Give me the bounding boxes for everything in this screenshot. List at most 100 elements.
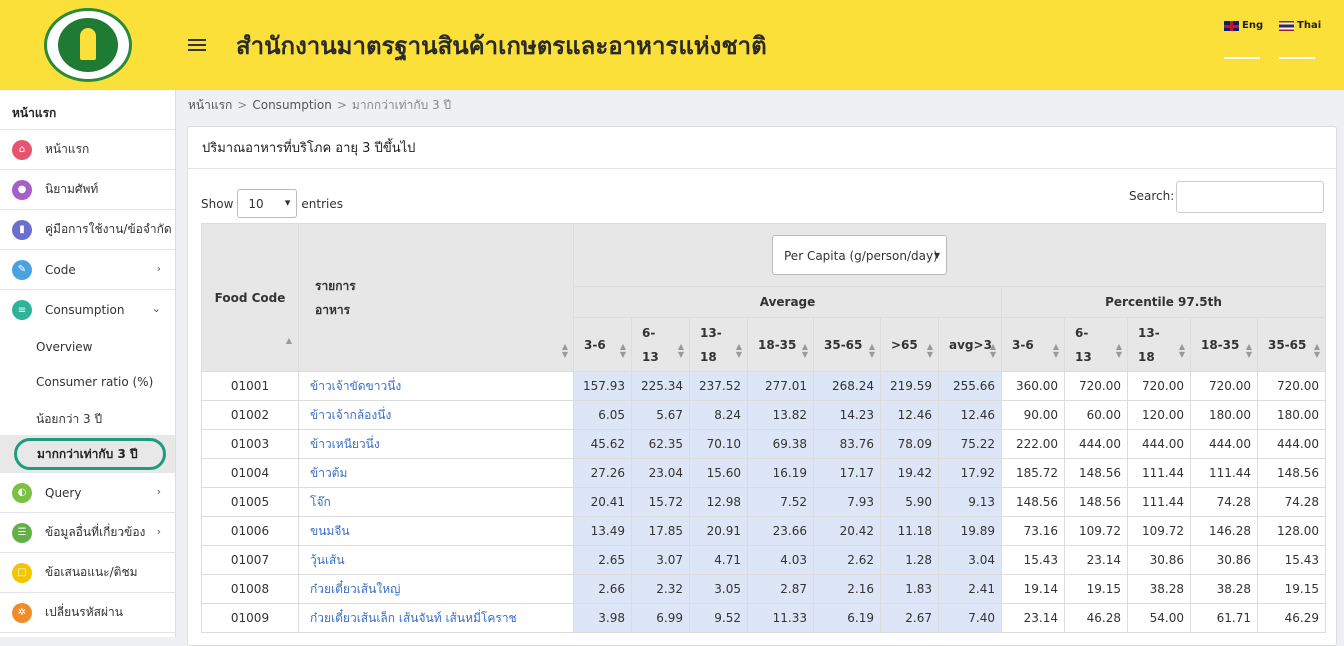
col-label-line1: 13- xyxy=(1138,325,1160,340)
food-name-link[interactable]: ข้าวต้ม xyxy=(298,458,574,488)
percentile-value-cell: 444.00 xyxy=(1257,429,1326,459)
average-value-cell: 2.62 xyxy=(813,545,881,575)
col-food-code[interactable]: Food Code ▲ xyxy=(201,223,299,372)
average-value-cell: 3.04 xyxy=(938,545,1002,575)
average-value-cell: 2.41 xyxy=(938,574,1002,604)
database-icon: ☰ xyxy=(12,522,32,543)
percentile-value-cell: 23.14 xyxy=(1064,545,1128,575)
sidebar-subitem-3-plus[interactable]: มากกว่าเท่ากับ 3 ปี xyxy=(0,435,175,473)
percentile-value-cell: 38.28 xyxy=(1190,574,1258,604)
menu-toggle-icon[interactable] xyxy=(188,39,206,51)
col-pct-1[interactable]: 6- 13 ▲ ▼ xyxy=(1064,317,1128,372)
percentile-value-cell: 30.86 xyxy=(1190,545,1258,575)
site-title: สำนักงานมาตรฐานสินค้าเกษตรและอาหารแห่งชา… xyxy=(236,32,767,60)
sidebar-item-home[interactable]: ⌂ หน้าแรก xyxy=(0,130,175,170)
uk-flag-icon xyxy=(1224,20,1239,31)
sidebar-item-consumption[interactable]: ≡ Consumption ⌄ xyxy=(0,290,175,330)
home-icon: ⌂ xyxy=(12,139,32,160)
average-value-cell: 3.07 xyxy=(631,545,690,575)
col-avg-0[interactable]: 3-6 ▲ ▼ xyxy=(573,317,632,372)
search-input[interactable] xyxy=(1176,181,1324,213)
col-pct-0[interactable]: 3-6 ▲ ▼ xyxy=(1001,317,1065,372)
pen-icon: ✎ xyxy=(12,259,32,280)
sort-icon: ▲ ▼ xyxy=(677,342,684,359)
show-entries: Show 10 entries xyxy=(201,189,343,218)
average-value-cell: 83.76 xyxy=(813,429,881,459)
col-avg-5[interactable]: >65 ▲ ▼ xyxy=(880,317,939,372)
col-avg-4[interactable]: 35-65 ▲ ▼ xyxy=(813,317,881,372)
acfs-logo[interactable] xyxy=(44,8,132,82)
col-food-item-line1: รายการ xyxy=(315,278,356,293)
sidebar-item-query[interactable]: ◐ Query › xyxy=(0,473,175,513)
average-value-cell: 20.91 xyxy=(689,516,748,546)
food-name-link[interactable]: โจ๊ก xyxy=(298,487,574,517)
lightbulb-icon: ● xyxy=(12,179,32,200)
percentile-value-cell: 148.56 xyxy=(1064,458,1128,488)
col-pct-2[interactable]: 13- 18 ▲ ▼ xyxy=(1127,317,1191,372)
col-avg-2[interactable]: 13- 18 ▲ ▼ xyxy=(689,317,748,372)
food-name-link[interactable]: ข้าวเหนียวนึ่ง xyxy=(298,429,574,459)
breadcrumb-section[interactable]: Consumption xyxy=(252,98,331,112)
chevron-right-icon: › xyxy=(156,262,161,275)
breadcrumb-home[interactable]: หน้าแรก xyxy=(188,98,232,112)
average-value-cell: 17.92 xyxy=(938,458,1002,488)
percentile-value-cell: 19.15 xyxy=(1257,574,1326,604)
entries-select[interactable]: 10 xyxy=(237,189,298,218)
sidebar-subitem-consumer-ratio[interactable]: Consumer ratio (%) xyxy=(0,365,175,400)
sidebar-subitem-overview[interactable]: Overview xyxy=(0,330,175,365)
lang-thai-link[interactable]: Thai xyxy=(1279,20,1321,31)
active-subitem-label: มากกว่าเท่ากับ 3 ปี xyxy=(14,438,166,470)
average-value-cell: 27.26 xyxy=(573,458,632,488)
food-name-link[interactable]: วุ้นเส้น xyxy=(298,545,574,575)
col-avg-3[interactable]: 18-35 ▲ ▼ xyxy=(747,317,814,372)
sidebar-item-code[interactable]: ✎ Code › xyxy=(0,250,175,290)
sidebar-item-feedback[interactable]: □ ข้อเสนอแนะ/ติชม xyxy=(0,553,175,593)
average-value-cell: 237.52 xyxy=(689,371,748,401)
table-row: 01009 ก๋วยเตี๋ยวเส้นเล็ก เส้นจันท์ เส้นหม… xyxy=(201,603,1326,633)
average-value-cell: 75.22 xyxy=(938,429,1002,459)
average-value-cell: 5.90 xyxy=(880,487,939,517)
col-pct-4[interactable]: 35-65 ▲ ▼ xyxy=(1257,317,1326,372)
average-value-cell: 14.23 xyxy=(813,400,881,430)
percentile-value-cell: 148.56 xyxy=(1064,487,1128,517)
sidebar-subitem-under-3[interactable]: น้อยกว่า 3 ปี xyxy=(0,400,175,435)
percentile-value-cell: 15.43 xyxy=(1001,545,1065,575)
food-name-link[interactable]: ข้าวเจ้ากล้องนึ่ง xyxy=(298,400,574,430)
average-value-cell: 15.60 xyxy=(689,458,748,488)
average-value-cell: 16.19 xyxy=(747,458,814,488)
unit-select[interactable]: Per Capita (g/person/day) xyxy=(772,235,947,275)
food-name-link[interactable]: ก๋วยเตี๋ยวเส้นเล็ก เส้นจันท์ เส้นหมี่โคร… xyxy=(298,603,574,633)
average-value-cell: 7.40 xyxy=(938,603,1002,633)
food-name-link[interactable]: ขนมจีน xyxy=(298,516,574,546)
percentile-value-cell: 444.00 xyxy=(1127,429,1191,459)
average-value-cell: 70.10 xyxy=(689,429,748,459)
col-food-item[interactable]: รายการ อาหาร ▲ ▼ xyxy=(298,223,574,372)
average-value-cell: 12.98 xyxy=(689,487,748,517)
thai-flag-icon xyxy=(1279,20,1294,31)
lang-eng-link[interactable]: Eng xyxy=(1224,20,1263,31)
average-value-cell: 2.67 xyxy=(880,603,939,633)
food-name-link[interactable]: ข้าวเจ้าขัดขาวนึ่ง xyxy=(298,371,574,401)
lang-eng-underline xyxy=(1224,57,1260,59)
percentile-value-cell: 148.56 xyxy=(1257,458,1326,488)
sidebar-item-related-data[interactable]: ☰ ข้อมูลอื่นที่เกี่ยวข้อง › xyxy=(0,513,175,553)
sidebar-item-glossary[interactable]: ● นิยามศัพท์ xyxy=(0,170,175,210)
average-value-cell: 23.66 xyxy=(747,516,814,546)
average-value-cell: 1.83 xyxy=(880,574,939,604)
average-value-cell: 2.87 xyxy=(747,574,814,604)
logo-emblem xyxy=(58,18,118,72)
average-value-cell: 45.62 xyxy=(573,429,632,459)
average-value-cell: 3.98 xyxy=(573,603,632,633)
col-avg-6[interactable]: avg>3 ▲ ▼ xyxy=(938,317,1002,372)
sidebar-item-change-password[interactable]: ✲ เปลี่ยนรหัสผ่าน xyxy=(0,593,175,633)
average-value-cell: 2.32 xyxy=(631,574,690,604)
search-label: Search: xyxy=(1129,189,1175,203)
average-value-cell: 23.04 xyxy=(631,458,690,488)
col-avg-1[interactable]: 6- 13 ▲ ▼ xyxy=(631,317,690,372)
col-pct-3[interactable]: 18-35 ▲ ▼ xyxy=(1190,317,1258,372)
sidebar-item-manual[interactable]: ▮ คู่มือการใช้งาน/ข้อจำกัด xyxy=(0,210,175,250)
table-row: 01004 ข้าวต้ม 27.26 23.04 15.60 16.19 17.17 19.… xyxy=(201,458,1326,488)
food-name-link[interactable]: ก๋วยเตี๋ยวเส้นใหญ่ xyxy=(298,574,574,604)
breadcrumb-current: มากกว่าเท่ากับ 3 ปี xyxy=(351,98,452,112)
list-icon: ≡ xyxy=(12,300,32,320)
